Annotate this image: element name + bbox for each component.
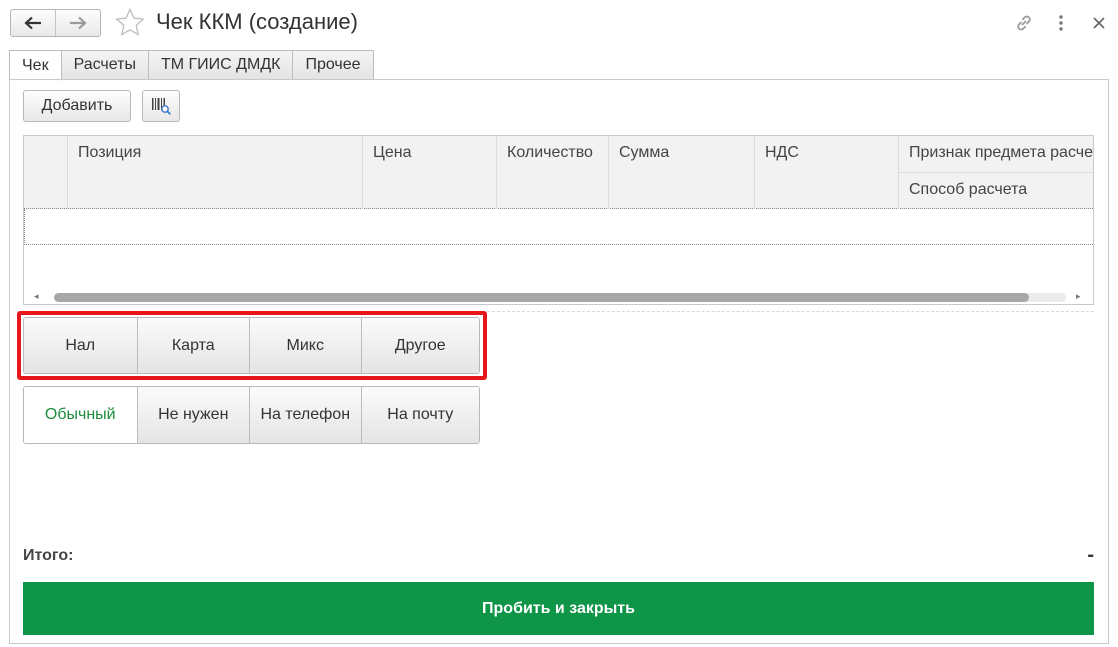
- column-header-settlement-method[interactable]: Способ расчета: [898, 173, 1093, 209]
- receipt-email-button[interactable]: На почту: [360, 387, 479, 443]
- receipt-not-needed-button[interactable]: Не нужен: [136, 387, 249, 443]
- scroll-right-icon[interactable]: ▸: [1076, 291, 1081, 302]
- add-button[interactable]: Добавить: [23, 90, 131, 122]
- close-icon: [1093, 17, 1105, 29]
- scroll-left-icon[interactable]: ◂: [34, 291, 39, 302]
- column-header-settlement-subject[interactable]: Признак предмета расчета: [898, 136, 1093, 173]
- more-button[interactable]: [1050, 12, 1072, 34]
- scrollbar-thumb[interactable]: [54, 293, 1029, 302]
- divider: [487, 311, 1094, 312]
- column-header-price[interactable]: Цена: [362, 136, 496, 209]
- submit-and-close-button[interactable]: Пробить и закрыть: [23, 582, 1094, 635]
- page-title: Чек ККМ (создание): [156, 9, 358, 34]
- total-label: Итого:: [23, 547, 74, 564]
- navigation-buttons: [10, 9, 101, 37]
- table-row[interactable]: [24, 209, 1093, 245]
- forward-arrow-icon: [70, 16, 87, 30]
- forward-button[interactable]: [55, 10, 100, 36]
- barcode-scan-button[interactable]: [142, 90, 180, 122]
- table-header: Позиция Цена Количество Сумма НДС Призна…: [24, 136, 1093, 209]
- back-arrow-icon: [24, 16, 41, 30]
- payment-card-button[interactable]: Карта: [136, 318, 249, 373]
- receipt-normal-button[interactable]: Обычный: [24, 387, 137, 443]
- column-header-quantity[interactable]: Количество: [496, 136, 608, 209]
- more-icon: [1059, 15, 1063, 31]
- back-button[interactable]: [11, 10, 55, 36]
- total-value: -: [1087, 544, 1094, 566]
- barcode-scan-icon: [152, 98, 171, 115]
- link-button[interactable]: [1013, 12, 1035, 34]
- payment-type-selector: Нал Карта Микс Другое: [23, 317, 480, 374]
- tab-bar: Чек Расчеты ТМ ГИИС ДМДК Прочее: [9, 50, 374, 81]
- column-header-position[interactable]: Позиция: [67, 136, 362, 209]
- payment-other-button[interactable]: Другое: [360, 318, 479, 373]
- horizontal-scrollbar[interactable]: [54, 293, 1066, 302]
- column-header-sum[interactable]: Сумма: [608, 136, 754, 209]
- close-button[interactable]: [1088, 12, 1110, 34]
- star-icon[interactable]: [114, 7, 146, 39]
- payment-mix-button[interactable]: Микс: [249, 318, 361, 373]
- tab-giis-dmdk[interactable]: ТМ ГИИС ДМДК: [148, 50, 294, 80]
- title-bar: Чек ККМ (создание): [0, 0, 1118, 46]
- tab-check[interactable]: Чек: [9, 50, 62, 81]
- link-icon: [1017, 15, 1031, 31]
- items-table: Позиция Цена Количество Сумма НДС Призна…: [23, 135, 1094, 305]
- receipt-phone-button[interactable]: На телефон: [249, 387, 361, 443]
- receipt-mode-selector: Обычный Не нужен На телефон На почту: [23, 386, 480, 444]
- column-header-vat[interactable]: НДС: [754, 136, 898, 209]
- tab-payments[interactable]: Расчеты: [61, 50, 149, 80]
- tab-other[interactable]: Прочее: [293, 50, 374, 80]
- payment-cash-button[interactable]: Нал: [24, 318, 137, 373]
